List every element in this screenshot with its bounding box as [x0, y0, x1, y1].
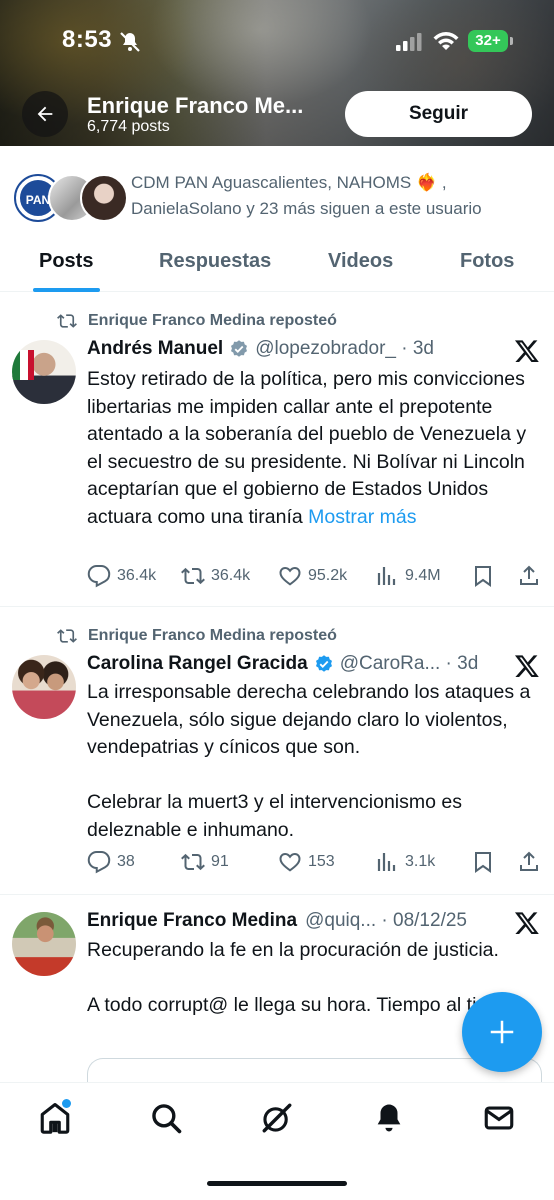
bookmark-button[interactable]: [471, 850, 495, 874]
tab-videos[interactable]: Videos: [328, 250, 393, 273]
repost-label: Enrique Franco Medina reposteó: [56, 626, 337, 646]
reply-icon: [87, 565, 111, 588]
share-button[interactable]: [517, 850, 541, 874]
active-tab-indicator: [33, 288, 100, 292]
messages-icon[interactable]: [482, 1101, 516, 1135]
like-icon: [279, 566, 301, 586]
post-text: Estoy retirado de la política, pero mis …: [87, 368, 532, 528]
share-button[interactable]: [517, 564, 541, 588]
repost-icon: [57, 629, 77, 643]
author-handle: @CaroRa... · 3d: [339, 653, 479, 674]
author-handle: @lopezobrador_ · 3d: [255, 338, 434, 359]
followers-avatars[interactable]: PAN: [14, 174, 128, 224]
wifi-icon: [433, 32, 459, 50]
post-actions: 38 91 153 3.1k: [87, 850, 542, 878]
author-handle: @quiq... · 08/12/25: [305, 910, 467, 931]
reply-button[interactable]: 36.4k: [87, 564, 156, 588]
post-item[interactable]: Enrique Franco Medina reposteó Carolina …: [0, 608, 554, 895]
author-name[interactable]: Andrés Manuel: [87, 338, 223, 360]
profile-name: Enrique Franco Me...: [87, 93, 304, 118]
like-button[interactable]: 153: [278, 850, 335, 874]
follow-button[interactable]: Seguir: [345, 91, 532, 137]
share-icon: [520, 851, 538, 871]
repost-icon: [181, 853, 205, 871]
followers-you-know-text[interactable]: CDM PAN Aguascalientes, NAHOMS ❤️‍🔥 , Da…: [131, 170, 541, 222]
status-bar: 8:53 32+: [0, 0, 554, 80]
x-logo-icon[interactable]: [514, 910, 540, 936]
author-name[interactable]: Enrique Franco Medina: [87, 910, 297, 932]
avatar[interactable]: [12, 655, 76, 719]
x-logo-icon[interactable]: [514, 338, 540, 364]
profile-header-banner: 8:53 32+ Enrique Franco Me... 6,774 post…: [0, 0, 554, 146]
status-time: 8:53: [62, 26, 113, 53]
home-indicator: [207, 1181, 347, 1186]
repost-button[interactable]: 36.4k: [181, 564, 250, 588]
post-item[interactable]: Enrique Franco Medina reposteó Andrés Ma…: [0, 293, 554, 607]
back-button[interactable]: [22, 91, 68, 137]
post-header: Enrique Franco Medina @quiq... · 08/12/2…: [87, 910, 467, 932]
compose-post-button[interactable]: [462, 992, 542, 1072]
repost-icon: [57, 314, 77, 328]
x-logo-icon[interactable]: [514, 653, 540, 679]
post-actions: 36.4k 36.4k 95.2k 9.4M: [87, 564, 542, 592]
avatar-flag: [12, 350, 34, 380]
post-header: Andrés Manuel @lopezobrador_ · 3d: [87, 338, 434, 360]
profile-tabs: Posts Respuestas Videos Fotos: [0, 240, 554, 292]
notifications-icon[interactable]: [372, 1101, 406, 1135]
post-text: La irresponsable derecha celebrando los …: [87, 681, 531, 841]
verified-badge-icon: [231, 340, 248, 357]
like-icon: [279, 852, 301, 872]
tab-fotos[interactable]: Fotos: [460, 250, 514, 273]
repost-button[interactable]: 91: [181, 850, 229, 874]
bookmark-icon: [475, 852, 491, 873]
profile-posts-count: 6,774 posts: [87, 118, 170, 135]
views-button[interactable]: 9.4M: [375, 564, 441, 588]
author-name[interactable]: Carolina Rangel Gracida: [87, 653, 308, 675]
like-button[interactable]: 95.2k: [278, 564, 347, 588]
repost-icon: [181, 567, 205, 585]
show-more-link[interactable]: Mostrar más: [308, 506, 416, 528]
signal-icon: [396, 33, 422, 51]
avatar-follower-3: [80, 174, 128, 222]
views-button[interactable]: 3.1k: [375, 850, 435, 874]
back-arrow-icon: [37, 106, 53, 122]
avatar[interactable]: [12, 912, 76, 976]
battery-cap: [510, 37, 513, 45]
verified-badge-icon: [315, 655, 332, 672]
post-header: Carolina Rangel Gracida @CaroRa... · 3d: [87, 653, 478, 675]
tab-respuestas[interactable]: Respuestas: [159, 250, 271, 273]
reply-icon: [87, 851, 111, 874]
home-notification-dot: [62, 1099, 71, 1108]
bookmark-button[interactable]: [471, 564, 495, 588]
share-icon: [520, 565, 538, 585]
views-icon: [377, 853, 396, 871]
search-icon[interactable]: [149, 1101, 183, 1135]
bookmark-icon: [475, 566, 491, 587]
grok-icon[interactable]: [260, 1101, 294, 1135]
reply-button[interactable]: 38: [87, 850, 135, 874]
views-icon: [377, 567, 396, 585]
avatar[interactable]: [12, 340, 76, 404]
battery-indicator: 32+: [468, 30, 508, 52]
plus-icon: [490, 1020, 514, 1044]
tab-posts[interactable]: Posts: [39, 250, 93, 273]
repost-label: Enrique Franco Medina reposteó: [56, 311, 337, 331]
bell-off-icon: [120, 32, 140, 52]
